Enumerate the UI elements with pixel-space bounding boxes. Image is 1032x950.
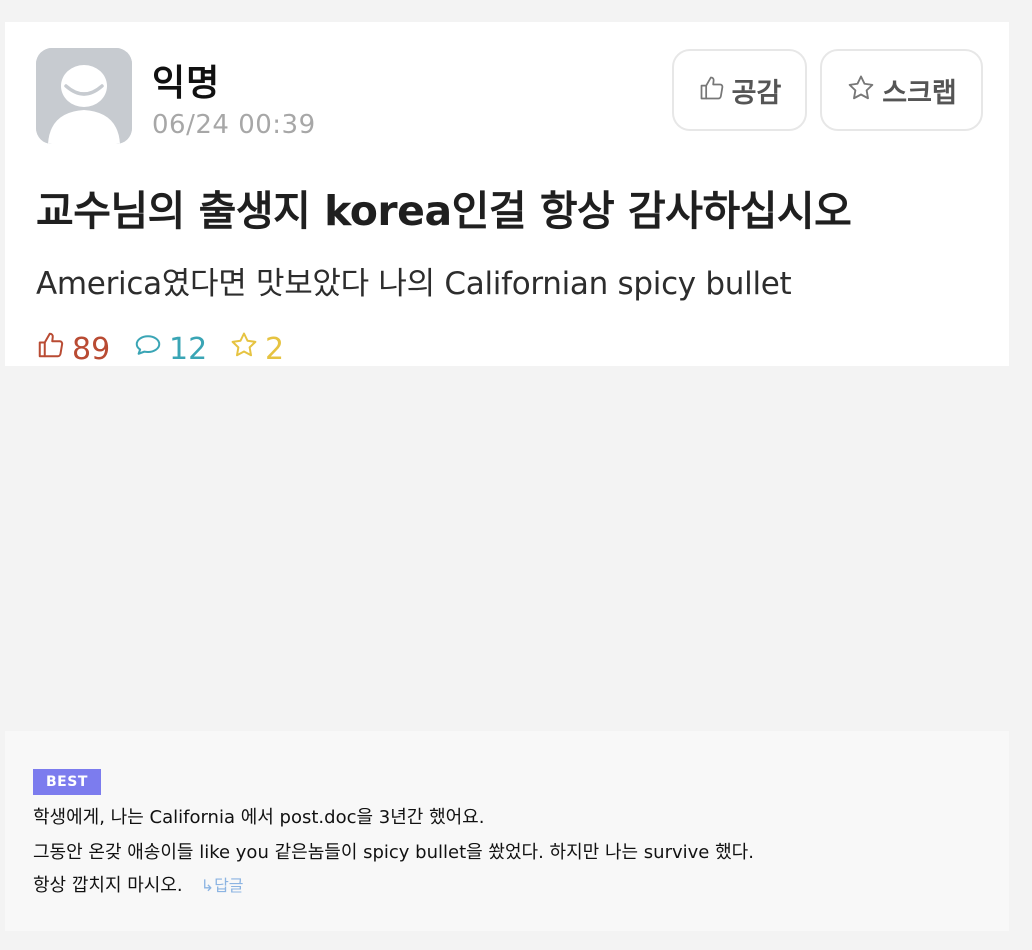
speech-bubble-icon (133, 330, 163, 368)
star-icon (846, 73, 876, 107)
post-title: 교수님의 출생지 korea인걸 항상 감사하십시오 (36, 187, 852, 235)
author-name: 익명 (152, 63, 221, 104)
scrap-button-label: 스크랩 (882, 77, 957, 109)
best-comment-card (5, 731, 1009, 931)
like-button[interactable]: 공감 (672, 49, 807, 131)
scrap-count: 2 (229, 330, 284, 368)
reply-link[interactable]: ↳답글 (201, 876, 244, 895)
avatar-icon (36, 48, 132, 144)
scrap-button[interactable]: 스크랩 (820, 49, 983, 131)
best-badge: BEST (33, 769, 101, 795)
post-date: 06/24 00:39 (152, 110, 316, 140)
comment-count-value: 12 (169, 331, 208, 367)
comment-line-3: 항상 깝치지 마시오. ↳답글 (33, 871, 244, 897)
comment-line-2: 그동안 온갖 애송이들 like you 같은놈들이 spicy bullet을… (33, 842, 754, 863)
comment-count: 12 (133, 330, 207, 368)
like-count: 89 (36, 330, 110, 368)
star-icon (229, 330, 259, 368)
thumbs-up-icon (698, 74, 726, 106)
thumbs-up-icon (36, 330, 66, 368)
like-count-value: 89 (72, 331, 111, 367)
post-body: America였다면 맛보았다 나의 Californian spicy bul… (36, 266, 792, 302)
like-button-label: 공감 (731, 77, 782, 109)
scrap-count-value: 2 (265, 331, 285, 367)
comment-line-3-text: 항상 깝치지 마시오. (33, 875, 183, 896)
comment-line-1: 학생에게, 나는 California 에서 post.doc을 3년간 했어요… (33, 807, 485, 828)
